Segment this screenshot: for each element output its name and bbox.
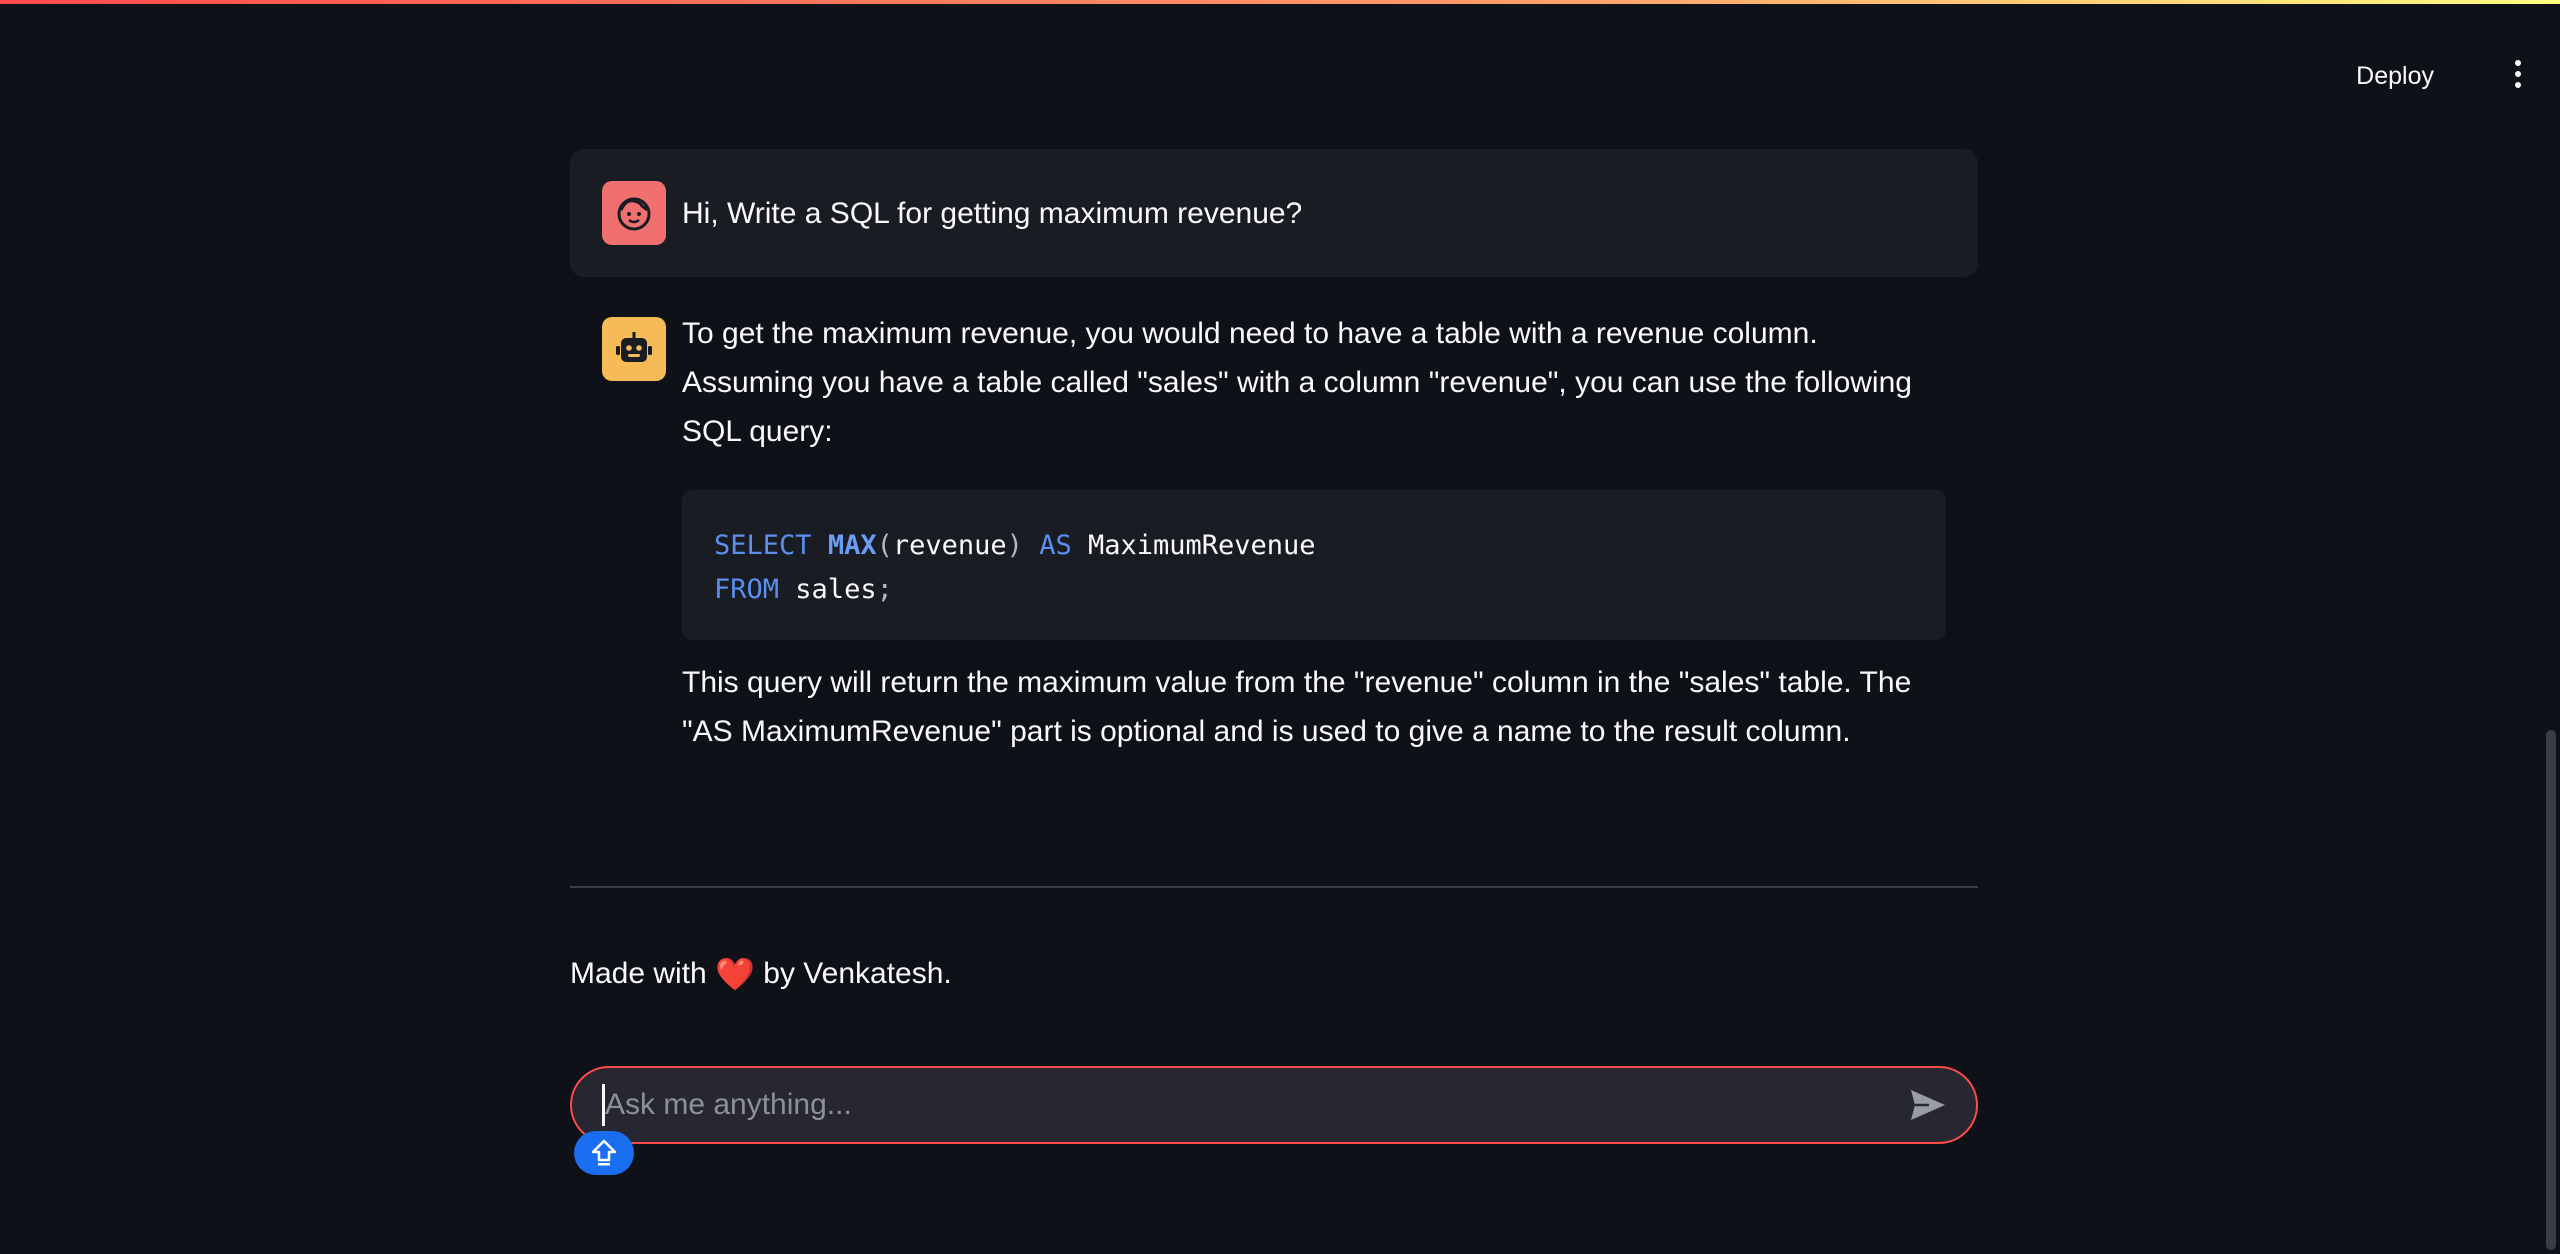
send-icon[interactable]	[1898, 1075, 1958, 1135]
heart-icon: ❤️	[715, 956, 755, 992]
code-keyword: SELECT	[714, 530, 812, 561]
robot-icon	[602, 317, 666, 381]
code-keyword: AS	[1039, 530, 1072, 561]
footer-prefix: Made with	[570, 957, 707, 990]
code-function: MAX	[827, 530, 877, 561]
upload-arrow-icon[interactable]	[574, 1131, 634, 1175]
deploy-button[interactable]: Deploy	[2348, 54, 2442, 99]
chat-container: Hi, Write a SQL for getting maximum reve…	[570, 149, 1978, 764]
code-identifier: sales	[795, 574, 877, 605]
assistant-message: To get the maximum revenue, you would ne…	[570, 317, 1978, 764]
app-page: Deploy Hi, Write a SQL for getting maxim…	[0, 0, 2560, 1254]
chat-input[interactable]	[602, 1084, 1898, 1126]
assistant-outro-text: This query will return the maximum value…	[682, 666, 1912, 748]
code-identifier: MaximumRevenue	[1087, 530, 1316, 561]
divider	[570, 886, 1978, 888]
top-decoration-bar	[0, 0, 2560, 4]
code-punct: ;	[876, 574, 893, 605]
scrollbar-thumb[interactable]	[2546, 730, 2556, 1250]
chat-input-container	[570, 1066, 1978, 1144]
sql-code-block: SELECT MAX(revenue) AS MaximumRevenue FR…	[682, 490, 1946, 640]
footer-suffix: by Venkatesh.	[763, 957, 952, 990]
user-face-icon	[602, 181, 666, 245]
code-keyword: FROM	[714, 574, 780, 605]
assistant-intro-text: To get the maximum revenue, you would ne…	[682, 317, 1912, 448]
assistant-message-content: To get the maximum revenue, you would ne…	[682, 317, 1946, 764]
user-message: Hi, Write a SQL for getting maximum reve…	[570, 149, 1978, 277]
code-punct: (	[876, 530, 893, 561]
user-message-text: Hi, Write a SQL for getting maximum reve…	[682, 196, 1303, 230]
code-punct: )	[1006, 530, 1023, 561]
footer-credit: Made with ❤️ by Venkatesh.	[570, 952, 952, 996]
vertical-ellipsis-icon[interactable]	[2504, 56, 2532, 92]
code-identifier: revenue	[892, 530, 1007, 561]
